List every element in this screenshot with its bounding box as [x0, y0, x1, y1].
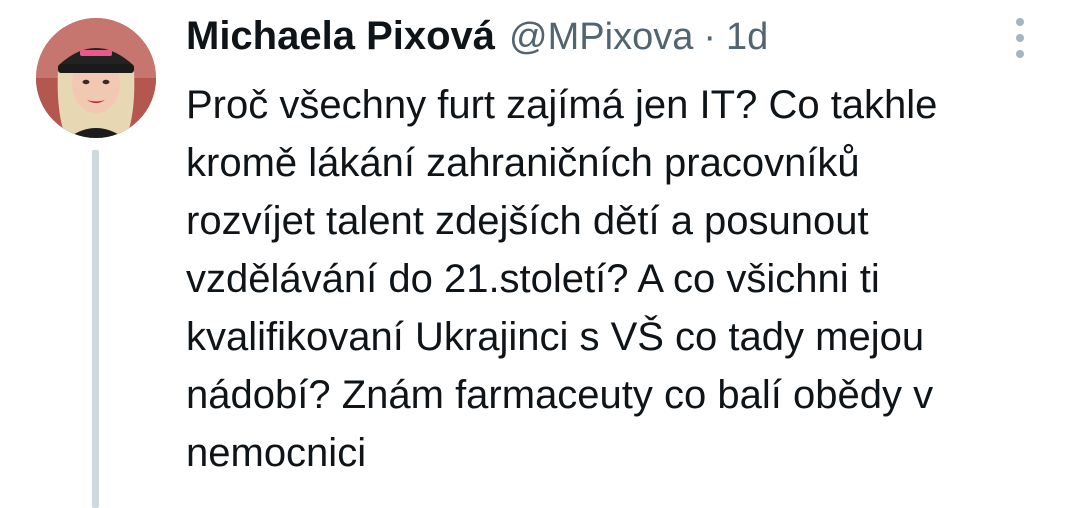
more-dot: [1016, 34, 1024, 42]
more-dot: [1016, 50, 1024, 58]
tweet[interactable]: Michaela Pixová @MPixova · 1d Proč všech…: [0, 0, 1080, 508]
author-name[interactable]: Michaela Pixová: [186, 14, 495, 59]
avatar[interactable]: [36, 18, 156, 138]
tweet-text: Proč všechny furt zajímá jen IT? Co takh…: [186, 83, 938, 475]
tweet-header: Michaela Pixová @MPixova · 1d: [186, 14, 768, 64]
thread-connector-line: [92, 150, 99, 508]
author-handle[interactable]: @MPixova: [509, 16, 693, 59]
profile-photo-icon: [36, 18, 156, 138]
timestamp[interactable]: 1d: [726, 16, 768, 59]
more-options-icon[interactable]: [1008, 18, 1032, 58]
separator-dot: ·: [703, 16, 716, 58]
avatar-column: [36, 18, 156, 508]
more-dot: [1016, 18, 1024, 26]
